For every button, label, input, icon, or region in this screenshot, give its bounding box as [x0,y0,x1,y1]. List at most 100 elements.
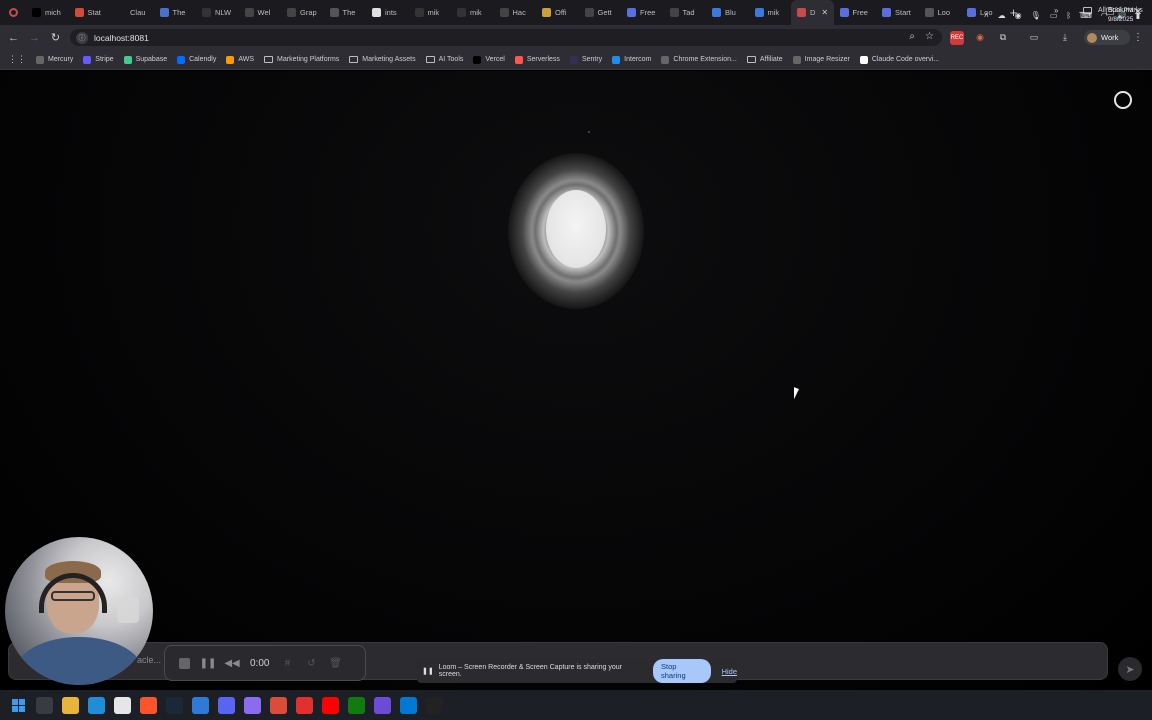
chrome-icon[interactable] [270,696,287,714]
site-info-icon[interactable]: ⓘ [76,31,88,44]
brave-icon[interactable] [140,696,157,714]
browser-tab[interactable]: Blu [706,0,749,25]
edge-icon[interactable] [88,696,105,714]
obsidian-icon[interactable] [244,696,261,714]
vercel-icon [473,55,482,64]
browser-tab[interactable]: Wel [239,0,282,25]
browser-tab[interactable]: The [154,0,197,25]
stop-recording-button[interactable] [179,657,190,669]
apps-grid-icon[interactable]: ⋮⋮ [8,54,26,65]
tab-label: NLW [215,8,232,17]
windows-taskbar [0,690,1152,720]
bookmark-item[interactable]: Marketing Platforms [264,56,339,63]
split-view-icon[interactable]: ▭ [1027,31,1041,45]
steam-tray-icon[interactable]: ◉ [1015,11,1022,20]
bookmark-item[interactable]: Image Resizer [792,55,850,64]
vscode-icon[interactable] [400,696,417,714]
taskbar-clock[interactable]: 5:38 PM 9/8/2025 [1108,6,1133,24]
browser-tab[interactable]: Loo [919,0,962,25]
hide-banner-link[interactable]: Hide [722,667,737,676]
start-button[interactable] [10,697,27,714]
browser-tab[interactable]: Start [876,0,919,25]
browser-tab[interactable]: mich [26,0,69,25]
doc-icon [924,8,934,17]
bookmark-item[interactable]: Calendly [177,55,216,64]
zoom-icon[interactable]: ⌕ [909,31,915,42]
puzzle-icon[interactable]: ⧉ [996,31,1010,45]
bookmark-item[interactable]: AI Tools [425,56,463,63]
onedrive-icon[interactable]: ☁ [998,11,1006,20]
discord-icon[interactable] [218,696,235,714]
stop-sharing-button[interactable]: Stop sharing [653,659,711,683]
bookmark-item[interactable]: Claude Code overvi... [859,55,939,64]
browser-tab[interactable]: Free [834,0,877,25]
bookmark-item[interactable]: Affiliate [746,56,783,63]
web-icon [244,8,254,17]
browser-tab[interactable]: D ✕ [791,0,834,25]
browser-tab[interactable]: Free [621,0,664,25]
delete-icon[interactable]: 🗑 [329,657,342,669]
browser-tab[interactable]: NLW [196,0,239,25]
bookmark-item[interactable]: AWS [226,55,254,64]
back-button[interactable]: ← [3,25,24,50]
loom-webcam-bubble[interactable] [5,537,153,685]
app-purple-icon[interactable] [374,696,391,714]
battery-icon[interactable]: ▮ [1136,11,1140,20]
undo-icon[interactable]: ↺ [305,657,317,669]
avatar [1087,32,1097,43]
browser-tab[interactable]: Stat [69,0,112,25]
browser-tab[interactable]: Tad [664,0,707,25]
bookmark-item[interactable]: Sentry [569,55,602,64]
app-blue-icon[interactable] [192,696,209,714]
bookmark-item[interactable]: Supabase [123,55,167,64]
bookmark-item[interactable]: Chrome Extension... [661,55,737,64]
pause-icon[interactable]: ❚❚ [200,657,217,669]
youtube-icon[interactable] [322,696,339,714]
bluetooth-icon[interactable]: ᛒ [1066,11,1071,20]
bookmark-item[interactable]: Marketing Assets [349,56,416,63]
task-view-icon[interactable] [36,696,53,714]
close-tab-icon[interactable]: ✕ [821,8,828,17]
browser-tab[interactable]: mik [749,0,792,25]
download-icon[interactable]: ⤓ [1058,31,1072,45]
opera-icon[interactable] [296,696,313,714]
tab-label: Grap [300,8,317,17]
address-bar[interactable]: ⓘ localhost:8081 ⌕ ☆ [70,29,942,46]
restart-icon[interactable]: ◀◀ [224,657,239,669]
bookmark-star-icon[interactable]: ☆ [925,31,934,42]
browser-tab[interactable]: Gett [579,0,622,25]
mic-icon[interactable]: 🎙 [1031,11,1041,20]
display-icon[interactable]: ▭ [1050,11,1058,20]
browser-tab[interactable]: Offi [536,0,579,25]
bookmark-item[interactable]: Intercom [612,55,651,64]
tab-search-button[interactable] [0,0,26,25]
browser-tab[interactable]: mik [451,0,494,25]
draw-icon[interactable]: # [281,657,293,669]
tray-overflow-icon[interactable]: ˄ [984,11,989,20]
status-ring-button[interactable] [1114,91,1132,109]
browser-tab[interactable]: mik [409,0,452,25]
browser-tab[interactable]: The [324,0,367,25]
extension-icon[interactable]: ◉ [973,31,987,45]
profile-button[interactable]: Work [1084,30,1130,45]
record-extension-icon[interactable]: REC [950,30,964,45]
browser-tab[interactable]: ints [366,0,409,25]
trophy-icon [542,8,551,17]
bookmark-item[interactable]: Mercury [36,55,73,64]
language-icon[interactable]: ⌨ [1080,11,1092,20]
browser-tab[interactable]: Grap [281,0,324,25]
forward-button[interactable]: → [24,25,45,50]
bookmark-item[interactable]: Stripe [83,55,114,64]
send-button[interactable]: ➤ [1118,657,1142,681]
store-icon[interactable] [114,696,131,714]
xbox-icon[interactable] [348,696,365,714]
bookmark-item[interactable]: Vercel [473,55,505,64]
reload-button[interactable]: ↻ [45,25,66,50]
browser-tab[interactable]: Clau [111,0,154,25]
file-explorer-icon[interactable] [62,696,79,714]
bookmark-item[interactable]: Serverless [514,55,560,64]
steam-icon[interactable] [166,696,183,714]
browser-tab[interactable]: Hac [494,0,537,25]
wifi-icon[interactable]: ◠ [1101,11,1108,20]
terminal-icon[interactable] [426,696,443,714]
